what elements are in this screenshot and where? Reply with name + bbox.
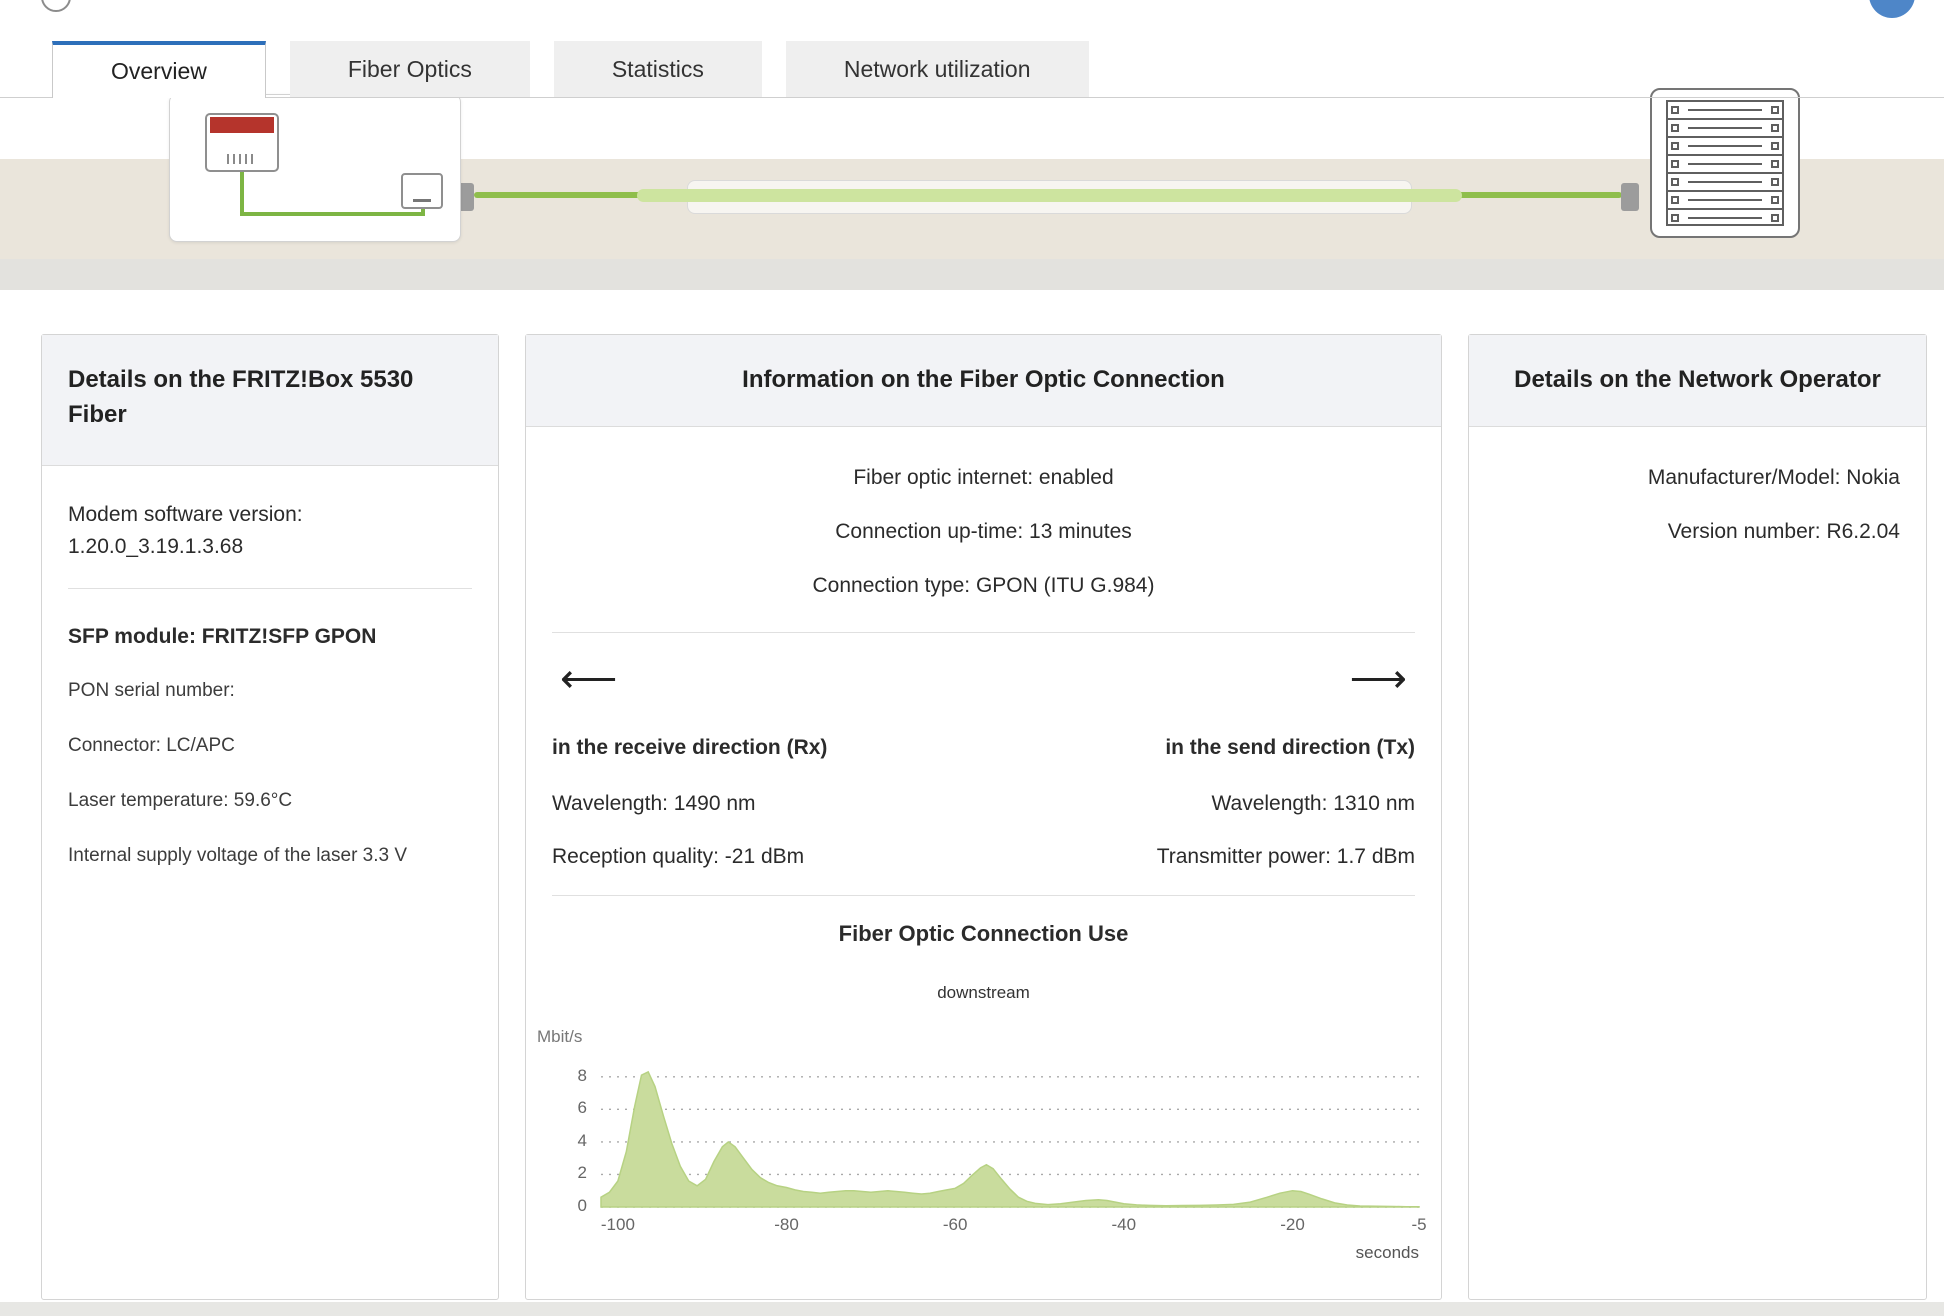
page: Overview Fiber Optics Statistics Network… <box>0 0 1944 1316</box>
y-axis-title: Mbit/s <box>537 1027 582 1047</box>
fiber-connector-right-icon <box>1621 183 1639 211</box>
device-details-card: Details on the FRITZ!Box 5530 Fiber Mode… <box>41 334 499 1300</box>
operator-card-title: Details on the Network Operator <box>1469 335 1926 427</box>
fiber-connection-card: Information on the Fiber Optic Connectio… <box>525 334 1442 1300</box>
rack-frame <box>1666 100 1784 226</box>
y-tick-label: 2 <box>543 1163 587 1183</box>
rack-unit <box>1668 156 1782 174</box>
divider <box>68 588 472 589</box>
version-number-row: Version number: R6.2.04 <box>1495 517 1900 547</box>
usage-chart-svg <box>601 1067 1419 1207</box>
sfp-slot <box>413 199 431 202</box>
x-tick-label: -60 <box>943 1215 968 1235</box>
cut-off-header-icon <box>41 0 71 12</box>
ground-band-shadow <box>0 259 1944 290</box>
divider <box>552 895 1415 896</box>
tab-network-utilization[interactable]: Network utilization <box>786 41 1089 97</box>
tab-overview[interactable]: Overview <box>52 41 266 98</box>
next-arrow-icon[interactable]: ⟶ <box>1350 659 1407 699</box>
divider <box>552 632 1415 633</box>
x-tick-label: -20 <box>1280 1215 1305 1235</box>
tab-label: Network utilization <box>844 56 1031 83</box>
laser-voltage-row: Internal supply voltage of the laser 3.3… <box>68 843 472 869</box>
tab-bar: Overview Fiber Optics Statistics Network… <box>0 41 1944 98</box>
pon-serial-row: PON serial number: <box>68 678 472 704</box>
lan-cable <box>240 172 244 216</box>
manufacturer-model-row: Manufacturer/Model: Nokia <box>1495 463 1900 493</box>
x-axis-title: seconds <box>1356 1243 1419 1263</box>
connection-illustration <box>0 97 1944 290</box>
tab-fiber-optics[interactable]: Fiber Optics <box>290 41 530 97</box>
rx-wavelength: Wavelength: 1490 nm <box>552 789 827 819</box>
connection-uptime: Connection up-time: 13 minutes <box>552 517 1415 547</box>
network-operator-rack-icon <box>1650 88 1800 238</box>
receive-direction-column: in the receive direction (Rx) Wavelength… <box>552 733 827 895</box>
tab-label: Statistics <box>612 56 704 83</box>
connection-type: Connection type: GPON (ITU G.984) <box>552 571 1415 601</box>
x-tick-label: -40 <box>1112 1215 1137 1235</box>
info-cards: Details on the FRITZ!Box 5530 Fiber Mode… <box>41 334 1927 1300</box>
fritzbox-top-panel <box>210 117 274 133</box>
x-tick-label: -80 <box>774 1215 799 1235</box>
previous-arrow-icon[interactable]: ⟵ <box>560 659 617 699</box>
usage-chart: Mbit/s 02468 -100-80-60-40-20-5 seconds <box>601 1067 1419 1207</box>
x-tick-label: -5 <box>1411 1215 1426 1235</box>
rack-unit <box>1668 120 1782 138</box>
fiber-internet-status: Fiber optic internet: enabled <box>552 463 1415 493</box>
send-direction-column: in the send direction (Tx) Wavelength: 1… <box>1157 733 1415 895</box>
y-tick-label: 8 <box>543 1066 587 1086</box>
footer-strip <box>0 1302 1944 1316</box>
tab-statistics[interactable]: Statistics <box>554 41 762 97</box>
downstream-label: downstream <box>552 982 1415 1004</box>
fiber-cable-highlight <box>637 189 1462 202</box>
rack-unit <box>1668 174 1782 192</box>
y-tick-label: 4 <box>543 1131 587 1151</box>
connection-card-title: Information on the Fiber Optic Connectio… <box>526 335 1441 427</box>
sfp-module-icon <box>401 173 443 209</box>
rx-heading: in the receive direction (Rx) <box>552 733 827 763</box>
tab-label: Fiber Optics <box>348 56 472 83</box>
tab-label: Overview <box>111 58 207 85</box>
help-button-partial[interactable] <box>1869 0 1915 18</box>
tx-heading: in the send direction (Tx) <box>1157 733 1415 763</box>
lan-cable <box>240 212 425 216</box>
tx-wavelength: Wavelength: 1310 nm <box>1157 789 1415 819</box>
connector-row: Connector: LC/APC <box>68 733 472 759</box>
fritzbox-icon <box>205 113 279 172</box>
router-illustration <box>169 94 461 242</box>
device-card-title: Details on the FRITZ!Box 5530 Fiber <box>42 335 498 466</box>
sfp-module-heading: SFP module: FRITZ!SFP GPON <box>68 625 472 649</box>
fritzbox-vents <box>227 154 257 164</box>
y-tick-label: 6 <box>543 1098 587 1118</box>
rack-unit <box>1668 210 1782 226</box>
x-tick-label: -100 <box>601 1215 635 1235</box>
direction-pager: ⟵ ⟶ <box>552 651 1415 719</box>
laser-temperature-row: Laser temperature: 59.6°C <box>68 788 472 814</box>
rack-unit <box>1668 102 1782 120</box>
modem-software-version: Modem software version: 1.20.0_3.19.1.3.… <box>68 499 472 562</box>
rack-unit <box>1668 192 1782 210</box>
y-tick-label: 0 <box>543 1196 587 1216</box>
rx-reception-quality: Reception quality: -21 dBm <box>552 842 827 872</box>
network-operator-card: Details on the Network Operator Manufact… <box>1468 334 1927 1300</box>
usage-chart-title: Fiber Optic Connection Use <box>552 918 1415 950</box>
tx-transmitter-power: Transmitter power: 1.7 dBm <box>1157 842 1415 872</box>
rack-unit <box>1668 138 1782 156</box>
